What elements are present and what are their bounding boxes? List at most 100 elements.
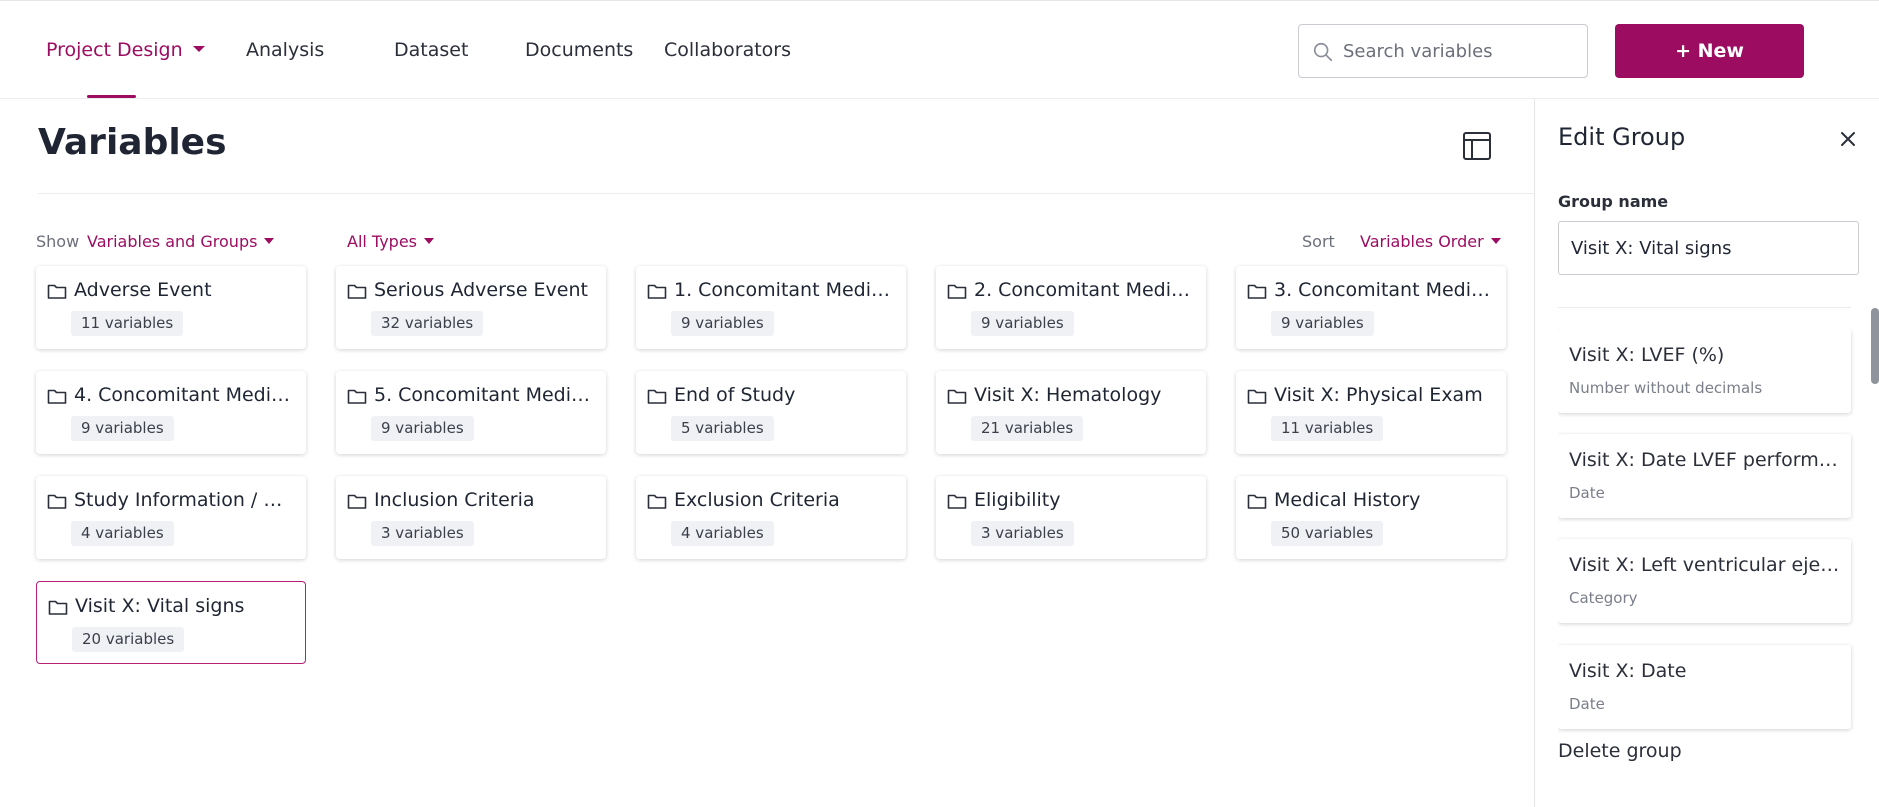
chevron-down-icon xyxy=(192,45,205,52)
variable-count-badge: 50 variables xyxy=(1271,521,1384,546)
top-nav: Project Design Analysis Dataset Document… xyxy=(0,0,1879,99)
group-name: 3. Concomitant Medic... xyxy=(1274,279,1496,301)
group-card[interactable]: Inclusion Criteria 3 variables xyxy=(336,476,606,559)
group-name-label: Group name xyxy=(1558,192,1669,211)
folder-icon xyxy=(48,600,68,615)
panel-divider xyxy=(1558,307,1851,308)
nav-tab-analysis[interactable]: Analysis xyxy=(246,39,324,61)
new-button[interactable]: + New xyxy=(1615,24,1804,78)
group-card[interactable]: Exclusion Criteria 4 variables xyxy=(636,476,906,559)
group-name: Visit X: Hematology xyxy=(974,384,1162,406)
show-label: Show xyxy=(36,232,80,251)
variable-count-badge: 21 variables xyxy=(971,416,1084,441)
group-card[interactable]: 3. Concomitant Medic... 9 variables xyxy=(1236,266,1506,349)
variable-card[interactable]: Visit X: Left ventricular ejecti... Cate… xyxy=(1558,539,1851,623)
group-card[interactable]: Study Information / D... 4 variables xyxy=(36,476,306,559)
group-name-input[interactable] xyxy=(1558,221,1859,275)
variable-type: Number without decimals xyxy=(1569,379,1763,397)
sort-value: Variables Order xyxy=(1360,232,1484,251)
group-card[interactable]: 2. Concomitant Medic... 9 variables xyxy=(936,266,1206,349)
variable-type: Category xyxy=(1569,589,1638,607)
group-name: 1. Concomitant Medic... xyxy=(674,279,896,301)
nav-tab-collaborators[interactable]: Collaborators xyxy=(664,39,791,61)
chevron-down-icon xyxy=(424,237,435,244)
group-name: Adverse Event xyxy=(74,279,212,301)
variable-type: Date xyxy=(1569,695,1605,713)
folder-icon xyxy=(947,494,967,509)
show-filter-dropdown[interactable]: Variables and Groups xyxy=(87,232,275,251)
group-variable-list: Visit X: LVEF (%) Number without decimal… xyxy=(1558,329,1858,803)
group-card[interactable]: Adverse Event 11 variables xyxy=(36,266,306,349)
group-name: 4. Concomitant Medic... xyxy=(74,384,296,406)
nav-tab-documents[interactable]: Documents xyxy=(525,39,633,61)
group-name: Visit X: Vital signs xyxy=(75,595,245,617)
folder-icon xyxy=(647,389,667,404)
group-card[interactable]: Visit X: Physical Exam 11 variables xyxy=(1236,371,1506,454)
variable-count-badge: 9 variables xyxy=(371,416,474,441)
page-title: Variables xyxy=(38,122,227,163)
group-name: Visit X: Physical Exam xyxy=(1274,384,1483,406)
folder-icon xyxy=(47,389,67,404)
folder-icon xyxy=(647,494,667,509)
folder-icon xyxy=(347,389,367,404)
group-name: Inclusion Criteria xyxy=(374,489,535,511)
variable-count-badge: 9 variables xyxy=(1271,311,1374,336)
variable-name: Visit X: Date LVEF performed xyxy=(1569,449,1841,471)
variable-count-badge: 3 variables xyxy=(971,521,1074,546)
group-card[interactable]: Medical History 50 variables xyxy=(1236,476,1506,559)
variable-card[interactable]: Visit X: Date LVEF performed Date xyxy=(1558,434,1851,518)
group-name: End of Study xyxy=(674,384,796,406)
sort-dropdown[interactable]: Variables Order xyxy=(1360,232,1501,251)
group-card[interactable]: Visit X: Hematology 21 variables xyxy=(936,371,1206,454)
folder-icon xyxy=(947,389,967,404)
group-card[interactable]: 4. Concomitant Medic... 9 variables xyxy=(36,371,306,454)
group-name: Serious Adverse Event xyxy=(374,279,588,301)
nav-tab-project-design[interactable]: Project Design xyxy=(46,39,205,61)
group-name: Medical History xyxy=(1274,489,1421,511)
search-input[interactable] xyxy=(1343,25,1579,77)
variable-count-badge: 4 variables xyxy=(71,521,174,546)
layout-toggle-icon[interactable] xyxy=(1462,131,1492,161)
group-name: Study Information / D... xyxy=(74,489,296,511)
variable-card[interactable]: Visit X: Date Date xyxy=(1558,645,1851,729)
folder-icon xyxy=(947,284,967,299)
folder-icon xyxy=(47,494,67,509)
variable-count-badge: 4 variables xyxy=(671,521,774,546)
nav-tab-dataset[interactable]: Dataset xyxy=(394,39,468,61)
variable-count-badge: 3 variables xyxy=(371,521,474,546)
variable-count-badge: 32 variables xyxy=(371,311,484,336)
group-name: Eligibility xyxy=(974,489,1061,511)
group-name: 2. Concomitant Medic... xyxy=(974,279,1196,301)
group-name: Exclusion Criteria xyxy=(674,489,840,511)
variable-name: Visit X: Date xyxy=(1569,660,1687,682)
group-card[interactable]: Serious Adverse Event 32 variables xyxy=(336,266,606,349)
nav-tab-label: Project Design xyxy=(46,39,183,61)
type-filter-dropdown[interactable]: All Types xyxy=(347,232,435,251)
group-card[interactable]: Eligibility 3 variables xyxy=(936,476,1206,559)
panel-title: Edit Group xyxy=(1558,123,1686,151)
close-icon[interactable] xyxy=(1837,128,1859,150)
variable-name: Visit X: LVEF (%) xyxy=(1569,344,1725,366)
chevron-down-icon xyxy=(1490,237,1501,244)
variable-count-badge: 11 variables xyxy=(1271,416,1384,441)
delete-group-button[interactable]: Delete group xyxy=(1558,740,1682,762)
group-card[interactable]: End of Study 5 variables xyxy=(636,371,906,454)
variable-count-badge: 9 variables xyxy=(671,311,774,336)
sort-label: Sort xyxy=(1302,232,1335,251)
variable-count-badge: 9 variables xyxy=(971,311,1074,336)
active-tab-indicator xyxy=(87,95,136,98)
variable-count-badge: 11 variables xyxy=(71,311,184,336)
variable-card[interactable]: Visit X: LVEF (%) Number without decimal… xyxy=(1558,329,1851,413)
group-card[interactable]: 1. Concomitant Medic... 9 variables xyxy=(636,266,906,349)
search-box[interactable] xyxy=(1298,24,1588,78)
edit-group-panel: Edit Group Group name Visit X: LVEF (%) … xyxy=(1534,99,1879,807)
folder-icon xyxy=(347,284,367,299)
group-name: 5. Concomitant Medic... xyxy=(374,384,596,406)
panel-scrollbar[interactable] xyxy=(1871,308,1879,384)
folder-icon xyxy=(47,284,67,299)
group-card[interactable]: 5. Concomitant Medic... 9 variables xyxy=(336,371,606,454)
variable-type: Date xyxy=(1569,484,1605,502)
group-card-selected[interactable]: Visit X: Vital signs 20 variables xyxy=(36,581,306,664)
title-divider xyxy=(38,193,1536,194)
search-icon xyxy=(1313,42,1333,62)
